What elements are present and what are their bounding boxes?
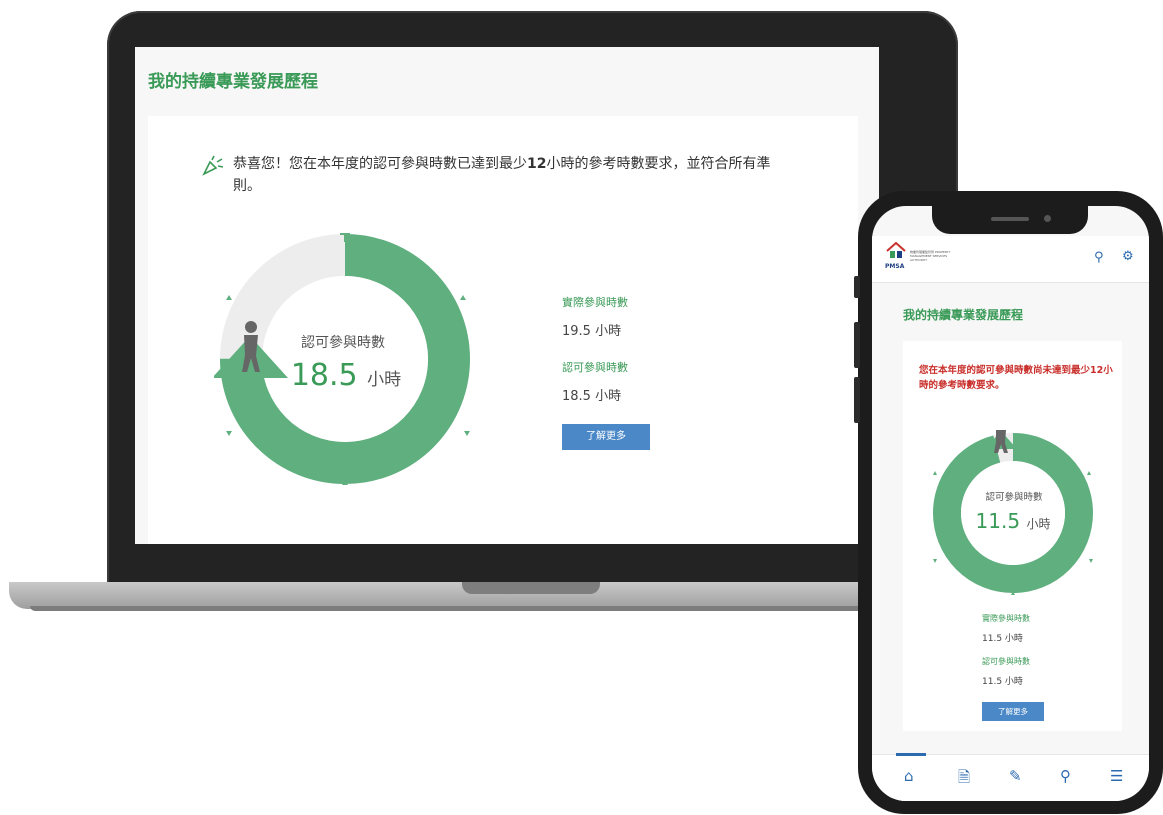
- active-tab-indicator: [896, 753, 926, 756]
- phone-volume-up: [854, 322, 860, 368]
- approved-hours-value: 18.5 小時: [562, 389, 622, 404]
- phone-speaker: [991, 217, 1029, 221]
- app-header: PMSA 物業管理業監管局 PROPERTY MANAGEMENT SERVIC…: [872, 236, 1149, 283]
- logo-subtitle: 物業管理業監管局 PROPERTY MANAGEMENT SERVICES AU…: [910, 250, 951, 262]
- learn-more-button[interactable]: 了解更多: [982, 702, 1044, 721]
- donut-value-number: 11.5: [975, 509, 1021, 533]
- phone-camera: [1044, 215, 1051, 222]
- approved-hours-value: 11.5 小時: [982, 677, 1023, 687]
- page-title: 我的持續專業發展歷程: [148, 72, 318, 92]
- gear-icon[interactable]: ⚙: [1122, 249, 1134, 264]
- logo-text: PMSA: [885, 263, 905, 270]
- progress-card: 恭喜您！您在本年度的認可參與時數已達到最少12小時的參考時數要求，並符合所有準則…: [148, 116, 858, 544]
- edit-document-icon[interactable]: ✎: [1009, 767, 1022, 785]
- warning-message: 您在本年度的認可參與時數尚未達到最少12小時的參考時數要求。: [919, 365, 1113, 391]
- congrats-text-part1: 恭喜您！您在本年度的認可參與時數已達到最少: [233, 156, 527, 172]
- laptop-screen: 我的持續專業發展歷程 恭喜您！您在本年度的認可參與時數已達到最少12小時的參考時…: [135, 47, 879, 544]
- actual-hours-label: 實際參與時數: [982, 614, 1030, 623]
- donut-value-unit: 小時: [367, 370, 402, 390]
- party-popper-icon: [202, 155, 224, 176]
- phone-screen: PMSA 物業管理業監管局 PROPERTY MANAGEMENT SERVIC…: [872, 206, 1149, 801]
- phone-side-button: [854, 276, 860, 298]
- approved-hours-label: 認可參與時數: [562, 361, 628, 374]
- home-icon[interactable]: ⌂: [904, 767, 914, 785]
- document-icon[interactable]: 🗎: [958, 767, 970, 792]
- donut-label: 認可參與時數: [985, 492, 1043, 503]
- donut-label: 認可參與時數: [301, 335, 385, 351]
- actual-hours-label: 實際參與時數: [562, 296, 628, 309]
- congrats-hours: 12: [527, 156, 547, 172]
- actual-hours-value: 19.5 小時: [562, 324, 622, 339]
- donut-value-number: 18.5: [290, 358, 358, 393]
- laptop-notch: [462, 582, 600, 594]
- donut-value-unit: 小時: [1026, 517, 1051, 531]
- pmsa-logo-icon: [886, 242, 906, 258]
- phone-volume-down: [854, 377, 860, 423]
- page-title: 我的持續專業發展歷程: [903, 308, 1024, 322]
- learn-more-button[interactable]: 了解更多: [562, 424, 650, 450]
- search-icon[interactable]: ⚲: [1094, 250, 1104, 265]
- donut-value: 18.5 小時: [266, 358, 426, 393]
- menu-icon[interactable]: ☰: [1110, 767, 1123, 785]
- hours-summary: 實際參與時數 19.5 小時 認可參與時數 18.5 小時 了解更多: [562, 294, 712, 450]
- congrats-message: 恭喜您！您在本年度的認可參與時數已達到最少12小時的參考時數要求，並符合所有準則…: [233, 153, 793, 197]
- bottom-tab-bar: ⌂ 🗎 ✎ ⚲ ☰: [872, 753, 1149, 801]
- donut-value: 11.5 小時: [951, 509, 1075, 533]
- search-document-icon[interactable]: ⚲: [1060, 767, 1071, 785]
- approved-hours-label: 認可參與時數: [982, 657, 1030, 666]
- progress-card: 您在本年度的認可參與時數尚未達到最少12小時的參考時數要求。 認可參與時數 11…: [903, 341, 1122, 731]
- hours-summary: 實際參與時數 11.5 小時 認可參與時數 11.5 小時 了解更多: [982, 613, 1102, 721]
- actual-hours-value: 11.5 小時: [982, 634, 1023, 644]
